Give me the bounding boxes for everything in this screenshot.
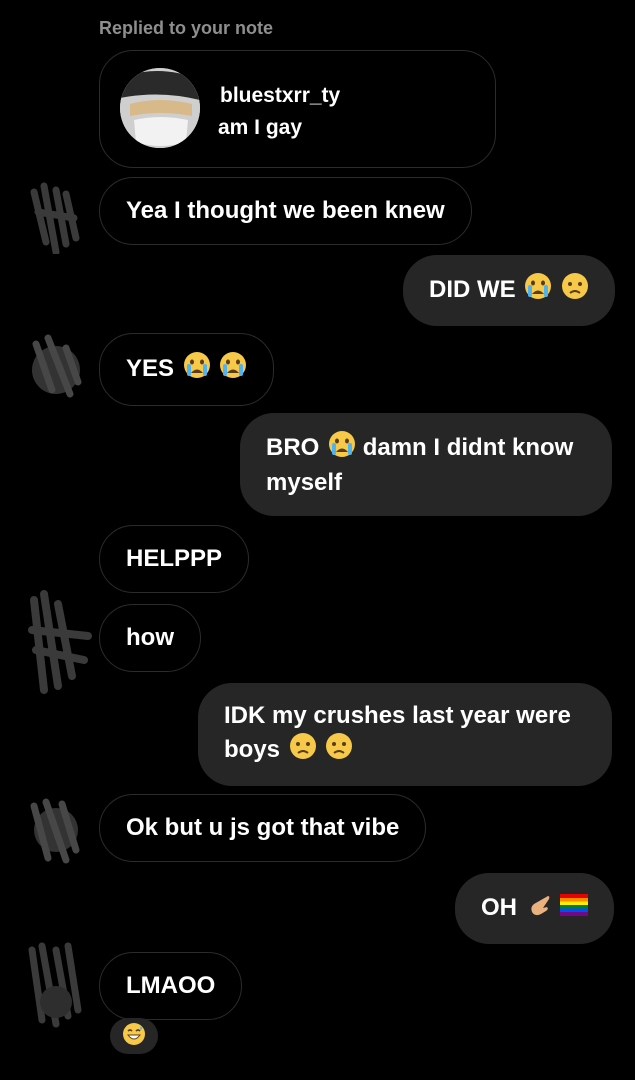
worried-face-icon	[325, 732, 353, 769]
message-bubble-incoming[interactable]: how	[99, 604, 201, 672]
message-bubble-incoming[interactable]: Yea I thought we been knew	[99, 177, 472, 245]
worried-face-icon	[561, 272, 589, 309]
replied-to-note-label: Replied to your note	[99, 18, 274, 38]
note-text: am I gay	[218, 116, 303, 139]
message-text: LMAOO	[126, 972, 216, 999]
message-text: BRO	[266, 433, 320, 461]
message-text: OH	[481, 893, 517, 921]
crying-face-icon	[524, 272, 552, 309]
grinning-sweat-face-icon	[122, 1022, 146, 1051]
message-text: IDK my crushes last year were boys	[224, 702, 571, 763]
note-username: bluestxrr_ty	[220, 84, 341, 107]
message-text: YES	[126, 354, 175, 382]
sender-avatar[interactable]	[24, 590, 92, 694]
note-avatar[interactable]	[120, 68, 200, 148]
worried-face-icon	[289, 732, 317, 769]
message-text: how	[126, 624, 174, 651]
message-bubble-incoming[interactable]: HELPPP	[99, 525, 250, 593]
message-bubble-outgoing[interactable]: DID WE	[403, 255, 616, 326]
message-bubble-incoming[interactable]: Ok but u js got that vibe	[99, 794, 427, 862]
message-text: DID WE	[429, 275, 516, 303]
message-bubble-incoming[interactable]: LMAOO	[99, 952, 243, 1020]
sender-avatar[interactable]	[26, 794, 86, 866]
message-text: Ok but u js got that vibe	[126, 814, 400, 841]
crying-face-icon	[183, 351, 211, 388]
message-bubble-incoming[interactable]: YES	[99, 333, 275, 406]
sender-avatar[interactable]	[26, 182, 86, 256]
sender-avatar[interactable]	[26, 330, 86, 402]
pointing-hand-icon	[526, 890, 552, 927]
message-reaction[interactable]	[110, 1018, 158, 1054]
crying-face-icon	[219, 351, 247, 388]
crying-face-icon	[328, 430, 356, 467]
message-bubble-outgoing[interactable]: IDK my crushes last year were boys	[198, 683, 612, 786]
message-bubble-outgoing[interactable]: OH	[455, 873, 615, 944]
message-bubble-outgoing[interactable]: BRO damn I didnt know myself	[240, 413, 612, 516]
message-text: HELPPP	[126, 545, 223, 572]
sender-avatar[interactable]	[26, 940, 86, 1028]
message-text: Yea I thought we been knew	[126, 197, 445, 224]
rainbow-flag-icon	[560, 893, 589, 925]
